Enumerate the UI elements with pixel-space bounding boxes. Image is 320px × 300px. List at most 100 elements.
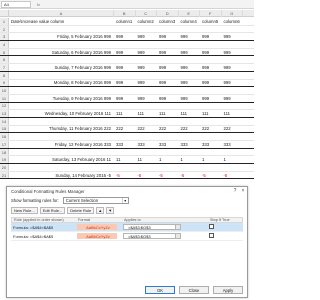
table-cell[interactable]: 999 bbox=[157, 49, 179, 56]
table-cell[interactable]: 999 bbox=[136, 64, 158, 71]
row-header[interactable]: 7 bbox=[0, 64, 9, 71]
table-cell[interactable]: 333 bbox=[200, 141, 222, 148]
row-header[interactable]: 21 bbox=[0, 171, 9, 179]
table-cell[interactable]: 1 bbox=[200, 156, 222, 163]
table-cell[interactable] bbox=[157, 26, 179, 33]
table-cell[interactable]: Saturday, 6 February 2016 999 bbox=[9, 49, 114, 56]
table-cell[interactable]: 1 bbox=[222, 156, 244, 163]
applies-to-field[interactable]: =$A$3:$G$3 bbox=[123, 233, 181, 239]
table-cell[interactable]: 999 bbox=[222, 80, 244, 87]
table-cell[interactable] bbox=[136, 41, 158, 48]
close-button[interactable]: Close bbox=[179, 286, 209, 294]
table-cell[interactable]: column2 bbox=[136, 18, 158, 25]
table-cell[interactable] bbox=[9, 41, 114, 48]
table-cell[interactable]: 333 bbox=[136, 141, 158, 148]
table-cell[interactable]: Tuesday, 9 February 2016 999 bbox=[9, 95, 114, 102]
table-cell[interactable]: 999 bbox=[114, 33, 136, 40]
table-cell[interactable] bbox=[222, 56, 244, 63]
table-cell[interactable] bbox=[200, 87, 222, 94]
table-cell[interactable] bbox=[114, 41, 136, 48]
table-cell[interactable]: 999 bbox=[157, 33, 179, 40]
table-cell[interactable]: 999 bbox=[200, 33, 222, 40]
table-cell[interactable]: 11 bbox=[136, 156, 158, 163]
table-cell[interactable] bbox=[9, 26, 114, 33]
table-cell[interactable]: Saturday, 13 February 2016 11 bbox=[9, 156, 114, 163]
new-rule-button[interactable]: New Rule... bbox=[11, 207, 38, 214]
table-cell[interactable] bbox=[9, 118, 114, 125]
table-cell[interactable]: 111 bbox=[114, 110, 136, 117]
table-cell[interactable]: column1 bbox=[114, 18, 136, 25]
table-cell[interactable] bbox=[222, 149, 244, 156]
table-cell[interactable] bbox=[136, 149, 158, 156]
table-cell[interactable]: 1 bbox=[157, 156, 179, 163]
table-cell[interactable]: 999 bbox=[179, 80, 201, 87]
table-cell[interactable] bbox=[114, 87, 136, 94]
table-cell[interactable]: 222 bbox=[157, 126, 179, 133]
table-cell[interactable] bbox=[136, 118, 158, 125]
table-cell[interactable]: 999 bbox=[200, 64, 222, 71]
rule-row[interactable]: Formula: =$A$4<$A$5 AaBbCcYyZz =$A$3:$G$… bbox=[11, 223, 243, 232]
stop-if-true-checkbox[interactable] bbox=[209, 224, 214, 229]
row-header[interactable]: 14 bbox=[0, 117, 9, 125]
table-cell[interactable] bbox=[222, 72, 244, 79]
table-cell[interactable] bbox=[114, 133, 136, 140]
table-cell[interactable]: 999 bbox=[200, 95, 222, 102]
table-cell[interactable] bbox=[200, 41, 222, 48]
table-cell[interactable] bbox=[200, 72, 222, 79]
table-cell[interactable]: 111 bbox=[179, 110, 201, 117]
range-picker-icon[interactable] bbox=[175, 225, 180, 229]
table-cell[interactable]: 222 bbox=[114, 126, 136, 133]
table-cell[interactable]: -5 bbox=[114, 172, 136, 179]
table-cell[interactable] bbox=[9, 103, 114, 110]
row-header[interactable]: 12 bbox=[0, 102, 9, 110]
delete-rule-button[interactable]: Delete Rule bbox=[67, 207, 95, 214]
column-header-g[interactable]: G bbox=[222, 10, 243, 17]
row-header[interactable]: 15 bbox=[0, 125, 9, 133]
table-cell[interactable] bbox=[200, 56, 222, 63]
table-cell[interactable] bbox=[157, 118, 179, 125]
ok-button[interactable]: OK bbox=[145, 286, 175, 294]
table-cell[interactable] bbox=[179, 56, 201, 63]
table-cell[interactable]: -5 bbox=[157, 172, 179, 179]
table-cell[interactable] bbox=[9, 56, 114, 63]
row-header[interactable]: 18 bbox=[0, 148, 9, 156]
table-cell[interactable]: 999 bbox=[136, 95, 158, 102]
table-cell[interactable]: column4 bbox=[179, 18, 201, 25]
table-cell[interactable]: column3 bbox=[157, 18, 179, 25]
table-cell[interactable]: Friday, 5 February 2016 999 bbox=[9, 33, 114, 40]
row-header[interactable]: 3 bbox=[0, 33, 9, 41]
row-header[interactable]: 9 bbox=[0, 79, 9, 87]
table-cell[interactable]: Wednesday, 10 February 2016 111 bbox=[9, 110, 114, 117]
table-cell[interactable] bbox=[136, 87, 158, 94]
table-cell[interactable] bbox=[179, 87, 201, 94]
table-cell[interactable]: 111 bbox=[222, 110, 244, 117]
table-cell[interactable] bbox=[222, 26, 244, 33]
table-cell[interactable]: 999 bbox=[157, 64, 179, 71]
table-cell[interactable] bbox=[114, 149, 136, 156]
table-cell[interactable]: Thursday, 11 February 2016 222 bbox=[9, 126, 114, 133]
table-cell[interactable]: 999 bbox=[114, 49, 136, 56]
table-cell[interactable] bbox=[222, 164, 244, 171]
table-cell[interactable]: 999 bbox=[200, 80, 222, 87]
table-cell[interactable]: 999 bbox=[136, 49, 158, 56]
table-cell[interactable] bbox=[9, 164, 114, 171]
table-cell[interactable] bbox=[114, 103, 136, 110]
table-cell[interactable] bbox=[200, 133, 222, 140]
table-cell[interactable]: -5 bbox=[136, 172, 158, 179]
table-cell[interactable]: Sunday, 14 February 2016 -5 bbox=[9, 172, 114, 179]
table-cell[interactable]: 999 bbox=[114, 80, 136, 87]
table-cell[interactable]: -5 bbox=[222, 172, 244, 179]
table-cell[interactable] bbox=[200, 149, 222, 156]
table-cell[interactable]: column5 bbox=[200, 18, 222, 25]
table-cell[interactable] bbox=[179, 164, 201, 171]
select-all-corner[interactable] bbox=[0, 10, 9, 17]
table-cell[interactable]: 333 bbox=[222, 141, 244, 148]
column-header-b[interactable]: B bbox=[114, 10, 136, 17]
row-header[interactable]: 19 bbox=[0, 156, 9, 164]
table-cell[interactable] bbox=[114, 56, 136, 63]
row-header[interactable]: 5 bbox=[0, 48, 9, 56]
table-cell[interactable]: 999 bbox=[157, 95, 179, 102]
row-header[interactable]: 8 bbox=[0, 71, 9, 79]
move-down-icon[interactable]: ▼ bbox=[106, 207, 115, 214]
table-cell[interactable] bbox=[9, 87, 114, 94]
